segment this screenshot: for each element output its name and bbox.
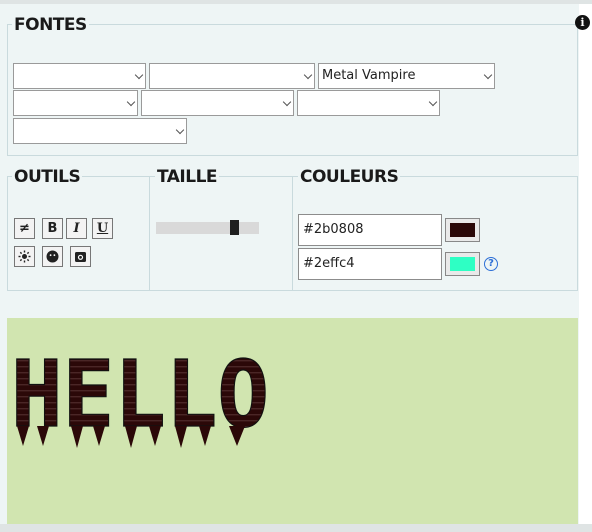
top-border (0, 0, 592, 4)
italic-button[interactable]: I (66, 218, 87, 239)
face-icon (46, 250, 59, 263)
preview-text-outline: HELLO (11, 341, 269, 448)
preview-area: HELLO HELLO (7, 318, 578, 524)
font-select-1[interactable] (13, 63, 146, 89)
text-color-input[interactable]: #2b0808 (298, 214, 442, 246)
fonts-title: FONTES (12, 15, 89, 35)
size-slider-thumb[interactable] (230, 220, 240, 235)
font-select-7[interactable] (13, 118, 187, 144)
camera-icon (75, 252, 86, 262)
bold-button[interactable]: B (42, 218, 63, 239)
font-select-metal-vampire[interactable]: Metal Vampire (318, 63, 495, 89)
bg-color-picker[interactable] (445, 252, 480, 276)
font-select-5[interactable] (141, 90, 294, 116)
font-select-2[interactable] (149, 63, 315, 89)
font-select-6[interactable] (297, 90, 440, 116)
text-color-swatch (450, 223, 475, 237)
info-icon[interactable]: i (575, 15, 590, 30)
bg-color-input[interactable]: #2effc4 (298, 248, 442, 280)
colors-title: COULEURS (298, 167, 401, 187)
font-select-4[interactable] (13, 90, 138, 116)
help-icon[interactable]: ? (484, 257, 498, 271)
sun-icon (18, 250, 31, 263)
bottom-border (0, 524, 592, 532)
sun-button[interactable] (14, 246, 35, 267)
face-button[interactable] (42, 246, 63, 267)
not-equal-button[interactable]: ≠ (14, 218, 35, 239)
bg-color-swatch (450, 257, 475, 271)
underline-button[interactable]: U (92, 218, 113, 239)
size-title: TAILLE (155, 167, 220, 187)
text-color-picker[interactable] (445, 218, 480, 242)
tools-title: OUTILS (12, 167, 83, 187)
size-slider-track[interactable] (156, 222, 259, 234)
preview-text: HELLO HELLO (9, 339, 272, 451)
scroll-gutter (579, 4, 592, 524)
camera-button[interactable] (70, 246, 91, 267)
